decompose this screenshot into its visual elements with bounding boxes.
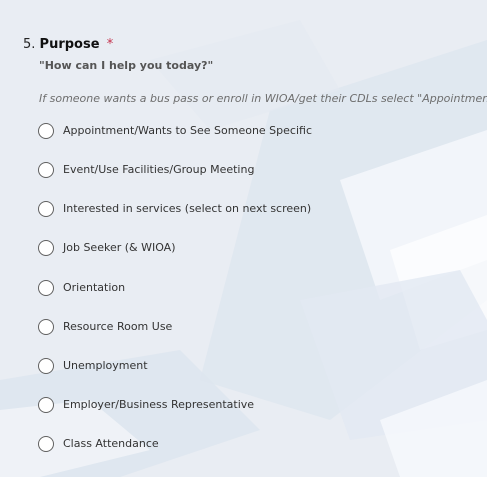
option-event[interactable]: Event/Use Facilities/Group Meeting	[38, 158, 254, 182]
radio-button[interactable]	[38, 162, 54, 178]
question-card: 5. Purpose * "How can I help you today?"…	[0, 0, 487, 477]
option-resource-room-use[interactable]: Resource Room Use	[38, 315, 172, 339]
required-asterisk: *	[106, 37, 114, 52]
radio-button[interactable]	[38, 123, 54, 139]
question-text: Purpose	[39, 37, 100, 52]
option-label: Job Seeker (& WIOA)	[63, 241, 176, 254]
option-label: Class Attendance	[63, 437, 159, 450]
radio-button[interactable]	[38, 436, 54, 452]
option-appointment[interactable]: Appointment/Wants to See Someone Specifi…	[38, 119, 312, 143]
option-employer[interactable]: Employer/Business Representative	[38, 393, 254, 417]
option-job-seeker[interactable]: Job Seeker (& WIOA)	[38, 236, 176, 260]
question-title: 5. Purpose *	[23, 37, 113, 53]
question-number: 5.	[23, 37, 36, 52]
radio-button[interactable]	[38, 280, 54, 296]
option-class-attendance[interactable]: Class Attendance	[38, 432, 159, 456]
option-label: Resource Room Use	[63, 320, 173, 333]
radio-button[interactable]	[38, 240, 54, 256]
option-label: Orientation	[63, 281, 126, 294]
option-interested-in-services[interactable]: Interested in services (select on next s…	[38, 197, 311, 221]
question-subtitle: "How can I help you today?"	[39, 59, 214, 72]
option-label: Unemployment	[63, 359, 148, 372]
radio-button[interactable]	[38, 358, 54, 374]
option-label: Appointment/Wants to See Someone Specifi…	[63, 124, 312, 137]
option-label: Employer/Business Representative	[63, 398, 255, 411]
radio-button[interactable]	[38, 201, 54, 217]
question-hint: If someone wants a bus pass or enroll in…	[39, 92, 487, 105]
option-label: Event/Use Facilities/Group Meeting	[63, 163, 255, 176]
option-orientation[interactable]: Orientation	[38, 276, 125, 300]
radio-button[interactable]	[38, 397, 54, 413]
radio-button[interactable]	[38, 319, 54, 335]
option-unemployment[interactable]: Unemployment	[38, 354, 148, 378]
option-label: Interested in services (select on next s…	[63, 202, 312, 215]
